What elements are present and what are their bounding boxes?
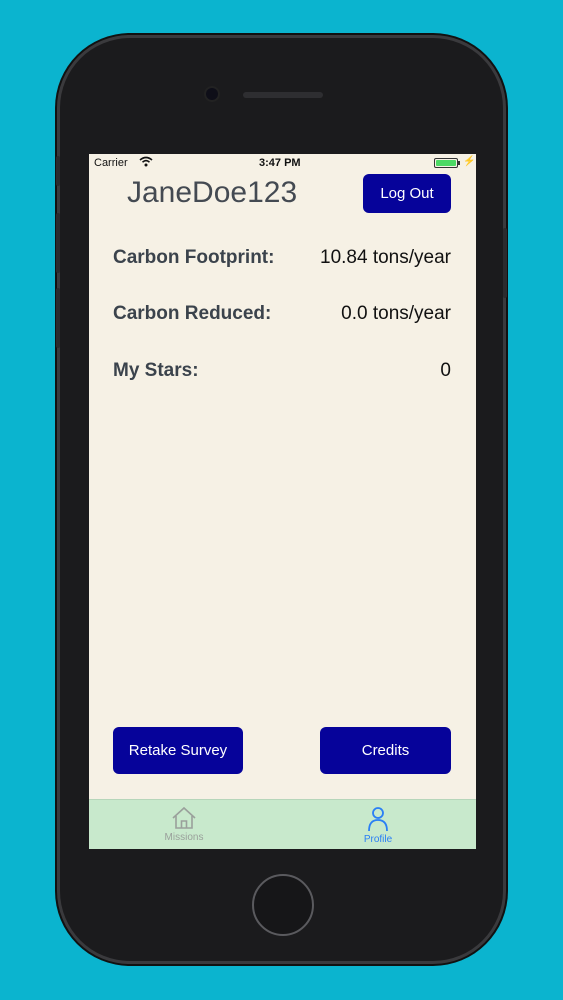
battery-tip <box>458 161 460 165</box>
wifi-icon <box>139 156 153 170</box>
home-button[interactable] <box>252 874 314 936</box>
volume-up-button <box>56 213 60 273</box>
credits-button[interactable]: Credits <box>320 727 451 774</box>
log-out-button[interactable]: Log Out <box>363 174 451 213</box>
tab-profile[interactable]: Profile <box>338 806 418 845</box>
tab-label: Profile <box>363 834 393 845</box>
stat-value: 10.84 tons/year <box>320 247 451 268</box>
retake-survey-button[interactable]: Retake Survey <box>113 727 243 774</box>
stat-row-my-stars: My Stars: 0 <box>113 358 451 384</box>
front-camera <box>206 88 218 100</box>
app-screen: Carrier 3:47 PM ⚡ JaneDoe123 Log Out Car… <box>89 154 476 849</box>
tab-bar: Missions Profile <box>89 799 476 849</box>
stat-label: Carbon Reduced: <box>113 303 272 324</box>
stat-value: 0 <box>440 360 451 381</box>
charging-bolt-icon: ⚡ <box>463 156 476 167</box>
stat-label: My Stars: <box>113 360 199 381</box>
battery-icon <box>434 158 458 168</box>
username-title: JaneDoe123 <box>127 176 298 209</box>
stat-row-carbon-footprint: Carbon Footprint: 10.84 tons/year <box>113 245 451 271</box>
home-icon <box>144 806 224 830</box>
stat-row-carbon-reduced: Carbon Reduced: 0.0 tons/year <box>113 301 451 327</box>
mute-switch <box>56 156 60 186</box>
carrier-label: Carrier <box>94 157 128 169</box>
status-bar: Carrier 3:47 PM ⚡ <box>89 154 476 172</box>
tab-missions[interactable]: Missions <box>144 806 224 843</box>
stat-label: Carbon Footprint: <box>113 247 275 268</box>
status-time: 3:47 PM <box>259 157 301 169</box>
earpiece-speaker <box>243 92 323 98</box>
stat-value: 0.0 tons/year <box>341 303 451 324</box>
power-button <box>503 228 507 298</box>
tab-label: Missions <box>164 832 204 843</box>
person-icon <box>338 806 418 832</box>
volume-down-button <box>56 288 60 348</box>
